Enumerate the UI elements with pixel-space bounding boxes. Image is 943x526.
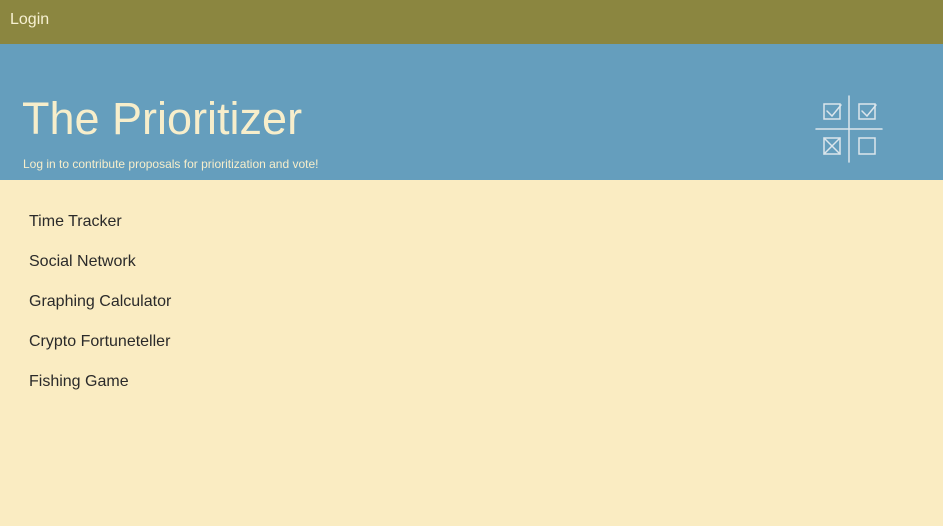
proposal-item[interactable]: Crypto Fortuneteller [29, 333, 171, 373]
hero-banner: The Prioritizer Log in to contribute pro… [0, 44, 943, 180]
page-subtitle: Log in to contribute proposals for prior… [23, 157, 319, 171]
proposal-item[interactable]: Social Network [29, 253, 171, 293]
checkbox-grid-icon [815, 95, 883, 163]
login-link[interactable]: Login [10, 11, 49, 29]
proposal-item[interactable]: Graphing Calculator [29, 293, 171, 333]
top-navbar: Login [0, 0, 943, 44]
proposal-item[interactable]: Time Tracker [29, 213, 171, 253]
page-title: The Prioritizer [22, 93, 303, 144]
proposal-list: Time Tracker Social Network Graphing Cal… [29, 213, 171, 413]
proposal-item[interactable]: Fishing Game [29, 373, 171, 413]
